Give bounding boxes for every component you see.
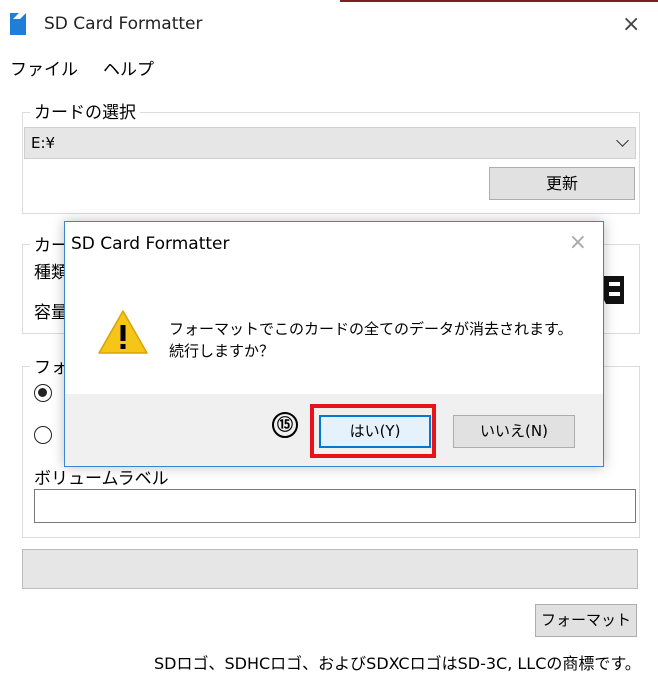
format-button[interactable]: フォーマット [535,604,637,637]
warning-icon [98,310,148,354]
menu-file[interactable]: ファイル [10,55,78,80]
volume-label-caption: ボリュームラベル [34,469,169,489]
step-number-badge: ⑮ [272,412,298,438]
card-type-label: 種類 [34,263,68,283]
volume-label-input[interactable] [34,489,636,523]
title-bar: SD Card Formatter × [0,0,658,52]
dialog-message: フォーマットでこのカードの全てのデータが消去されます。 続行しますか？ [169,318,573,362]
trademark-notice: SDロゴ、SDHCロゴ、およびSDXCロゴはSD-3C, LLCの商標です。 [154,654,641,673]
dialog-message-line2: 続行しますか？ [169,342,275,360]
overwrite-format-radio[interactable] [34,426,52,444]
quick-format-radio[interactable] [34,384,52,402]
no-button[interactable]: いいえ(N) [453,415,575,448]
card-select-title: カードの選択 [30,98,140,123]
dialog-close-icon[interactable]: × [569,230,587,255]
highlight-box [310,404,436,458]
chevron-down-icon [616,134,629,147]
menu-help[interactable]: ヘルプ [103,55,154,80]
drive-select-value: E:¥ [31,134,56,152]
refresh-button[interactable]: 更新 [489,167,635,200]
sd-logo-icon [604,276,624,304]
progress-bar [22,549,638,589]
dialog-title: SD Card Formatter [71,234,230,254]
sd-card-icon [10,13,26,35]
drive-select[interactable]: E:¥ [24,127,636,159]
window-title: SD Card Formatter [44,14,203,34]
dialog-message-line1: フォーマットでこのカードの全てのデータが消去されます。 [169,320,573,338]
card-capacity-label: 容量 [34,303,68,323]
close-icon[interactable]: × [622,12,640,37]
menu-bar: ファイル ヘルプ [0,52,658,82]
